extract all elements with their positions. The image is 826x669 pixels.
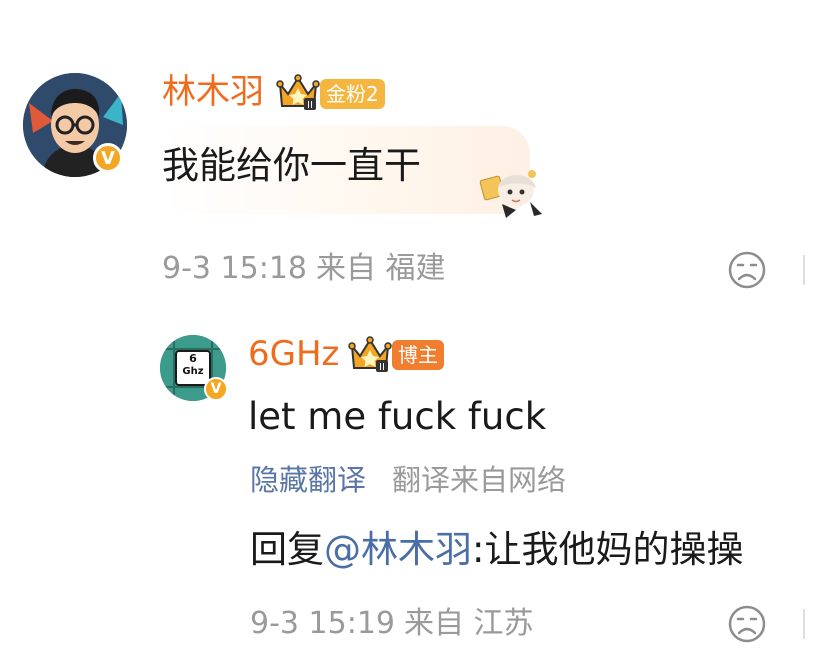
reply-prefix: 回复 — [250, 528, 324, 571]
crown-icon: II — [276, 72, 320, 112]
reply-text: let me fuck fuck — [248, 395, 547, 438]
divider — [803, 609, 805, 639]
svg-text:II: II — [307, 100, 313, 111]
username[interactable]: 林木羽 — [162, 72, 264, 112]
fan-level-badge[interactable]: 金粉2 — [320, 79, 385, 109]
divider — [803, 255, 805, 285]
avatar-text-top: 6 — [189, 352, 197, 365]
comment-location: 来自 福建 — [316, 251, 446, 286]
reply-time: 9-3 15:19 — [250, 606, 395, 641]
sad-face-icon[interactable] — [727, 250, 767, 290]
anime-character-sticker-icon — [476, 160, 550, 222]
comment-text: 我能给你一直干 — [162, 144, 421, 187]
sad-face-icon[interactable] — [727, 604, 767, 644]
translation-source: 翻译来自网络 — [392, 463, 567, 497]
verified-icon: V — [204, 377, 228, 401]
svg-text:II: II — [379, 362, 385, 373]
username[interactable]: 6GHz — [248, 334, 339, 374]
reply-item: 6 Ghz V 6GHz II 博主 let me fuck fuck 隐藏翻译… — [0, 320, 826, 669]
reply-location: 来自 江苏 — [404, 606, 534, 641]
reply-to-line: 回复@林木羽:让我他妈的操操 — [250, 526, 743, 574]
mention-link[interactable]: @林木羽 — [324, 528, 472, 571]
hide-translation-link[interactable]: 隐藏翻译 — [250, 462, 366, 498]
crown-icon: II — [348, 334, 392, 374]
comment-time: 9-3 15:18 — [162, 251, 307, 286]
reply-translated-text: :让我他妈的操操 — [472, 528, 744, 571]
blogger-badge: 博主 — [392, 340, 444, 370]
comment-item: V 林木羽 II 金粉2 我能给你一直干 9-3 15:18 来自 福建 — [0, 0, 826, 300]
verified-icon: V — [93, 143, 123, 173]
